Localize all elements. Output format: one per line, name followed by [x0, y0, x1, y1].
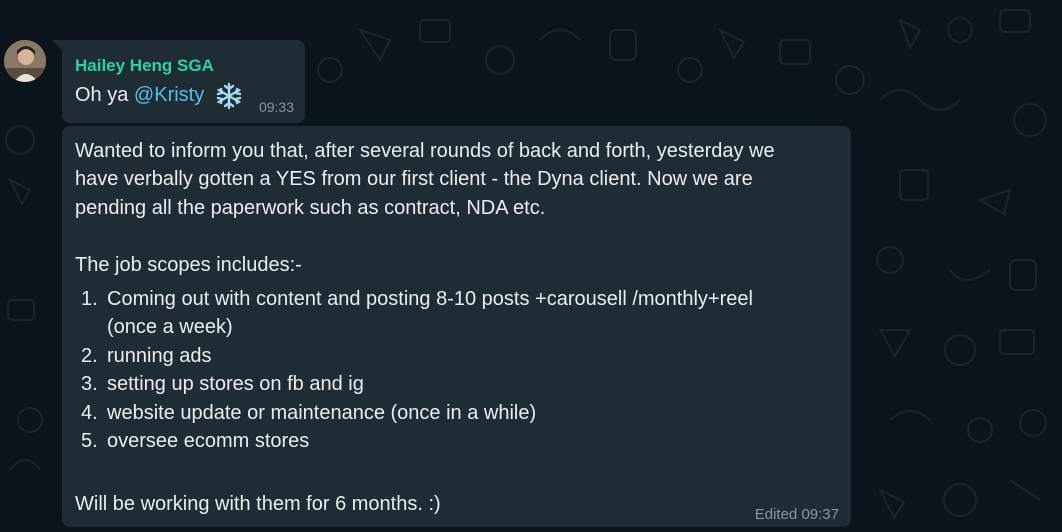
message-timestamp: 09:37: [801, 506, 839, 523]
message-line: have verbally gotten a YES from our firs…: [75, 168, 753, 190]
scope-heading: The job scopes includes:-: [75, 254, 302, 276]
message-timestamp: 09:33: [258, 99, 294, 115]
bubble-tail: [52, 40, 62, 50]
list-item: Coming out with content and posting 8-10…: [107, 288, 753, 310]
list-item: oversee ecomm stores: [107, 430, 310, 452]
list-item: running ads: [107, 345, 212, 367]
list-item: website update or maintenance (once in a…: [107, 402, 537, 424]
message-bubble-long[interactable]: Wanted to inform you that, after several…: [62, 126, 851, 527]
message-meta: Edited 09:37: [755, 506, 839, 523]
list-number: 5.: [81, 430, 98, 452]
message-text: Oh ya @Kristy: [75, 84, 204, 107]
list-number: 2.: [81, 345, 98, 367]
message-bubble[interactable]: Hailey Heng SGA Oh ya @Kristy 09:33: [62, 40, 305, 123]
message-text-prefix: Oh ya: [75, 84, 129, 106]
list-item: setting up stores on fb and ig: [107, 373, 364, 395]
edited-label: Edited: [754, 506, 798, 523]
list-number: 1.: [81, 288, 98, 310]
message-line: Wanted to inform you that, after several…: [75, 140, 775, 162]
list-item-continued: (once a week): [107, 316, 233, 338]
snowflake-icon: [216, 82, 242, 110]
list-number: 4.: [81, 402, 98, 424]
message-line: pending all the paperwork such as contra…: [75, 197, 546, 219]
list-number: 3.: [81, 373, 98, 395]
mention-link[interactable]: @Kristy: [134, 84, 204, 106]
sender-avatar[interactable]: [4, 40, 46, 82]
message-closing: Will be working with them for 6 months. …: [75, 493, 441, 515]
sender-name[interactable]: Hailey Heng SGA: [75, 56, 214, 76]
